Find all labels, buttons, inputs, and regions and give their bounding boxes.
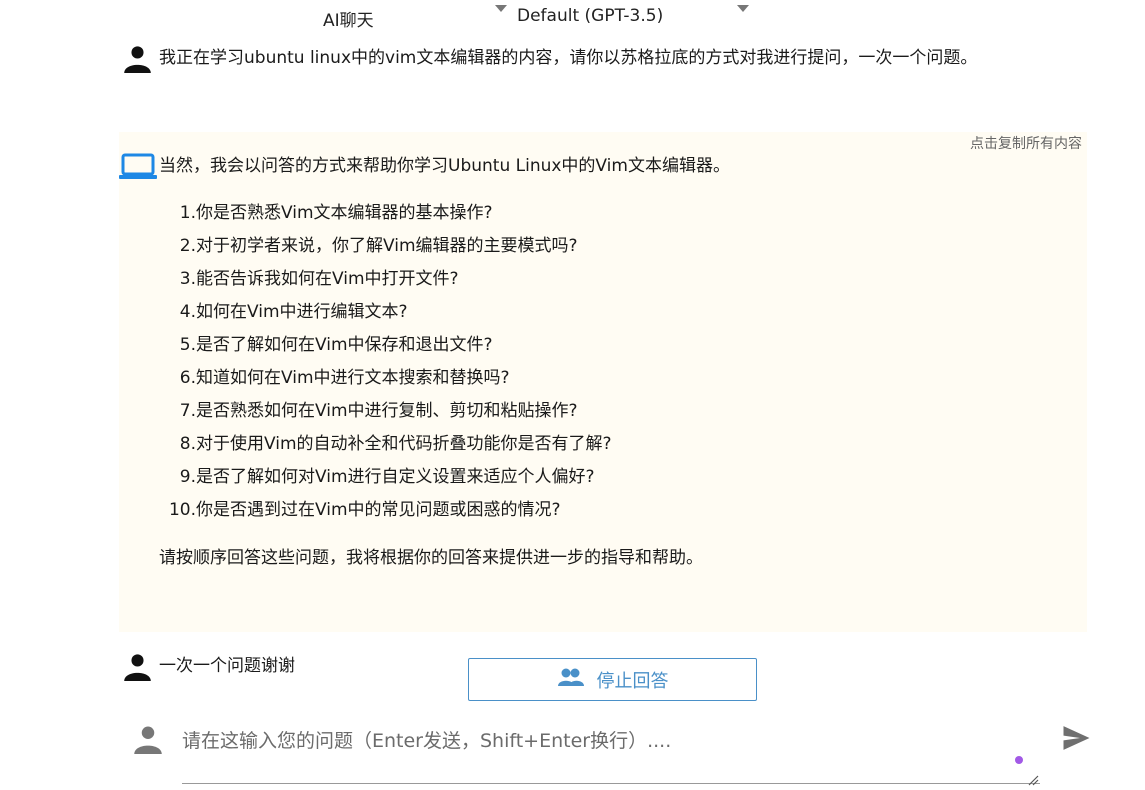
person-icon: [123, 44, 152, 73]
stop-answer-button[interactable]: 停止回答: [468, 658, 757, 701]
resize-handle-icon[interactable]: [1028, 771, 1039, 786]
person-icon: [123, 652, 152, 681]
chevron-down-icon: [495, 5, 507, 12]
chevron-down-icon: [737, 5, 749, 12]
list-item-text: 你是否熟悉Vim文本编辑器的基本操作?: [196, 203, 493, 223]
list-item-text: 知道如何在Vim中进行文本搜索和替换吗?: [196, 368, 510, 388]
question-input[interactable]: [182, 720, 1040, 784]
list-item-number: 6.: [179, 368, 196, 388]
list-item-text: 是否了解如何对Vim进行自定义设置来适应个人偏好?: [196, 467, 595, 487]
list-item-text: 你是否遇到过在Vim中的常见问题或困惑的情况?: [196, 500, 561, 520]
stop-answer-label: 停止回答: [596, 670, 669, 691]
list-item-number: 10.: [168, 500, 196, 520]
copy-all-button[interactable]: 点击复制所有内容: [970, 133, 1082, 153]
laptop-icon: [119, 153, 157, 184]
user-message: 我正在学习ubuntu linux中的vim文本编辑器的内容，请你以苏格拉底的方…: [159, 48, 978, 68]
list-item-text: 是否了解如何在Vim中保存和退出文件?: [196, 335, 493, 355]
list-item-number: 5.: [179, 335, 196, 355]
list-item-number: 3.: [179, 269, 196, 289]
mode-select-value: AI聊天: [323, 11, 374, 31]
people-icon: [557, 667, 585, 692]
list-item-text: 对于初学者来说，你了解Vim编辑器的主要模式吗?: [196, 236, 578, 256]
user-message: 一次一个问题谢谢: [159, 656, 295, 676]
assistant-closing: 请按顺序回答这些问题，我将根据你的回答来提供进一步的指导和帮助。: [159, 548, 703, 568]
assistant-intro: 当然，我会以问答的方式来帮助你学习Ubuntu Linux中的Vim文本编辑器。: [159, 156, 730, 176]
model-select-value: Default (GPT-3.5): [517, 6, 664, 26]
list-item-number: 7.: [179, 401, 196, 421]
list-item-text: 是否熟悉如何在Vim中进行复制、剪切和粘贴操作?: [196, 401, 578, 421]
list-item-text: 如何在Vim中进行编辑文本?: [196, 302, 408, 322]
list-item-text: 能否告诉我如何在Vim中打开文件?: [196, 269, 459, 289]
status-dot: [1015, 756, 1023, 764]
person-icon: [133, 724, 163, 754]
list-item-number: 2.: [179, 236, 196, 256]
list-item-number: 9.: [179, 467, 196, 487]
assistant-message: 点击复制所有内容 当然，我会以问答的方式来帮助你学习Ubuntu Linux中的…: [119, 132, 1087, 632]
list-item-number: 1.: [179, 203, 196, 223]
list-item-number: 4.: [179, 302, 196, 322]
list-item-text: 对于使用Vim的自动补全和代码折叠功能你是否有了解?: [196, 434, 612, 454]
send-icon[interactable]: [1062, 725, 1091, 755]
list-item-number: 8.: [179, 434, 196, 454]
